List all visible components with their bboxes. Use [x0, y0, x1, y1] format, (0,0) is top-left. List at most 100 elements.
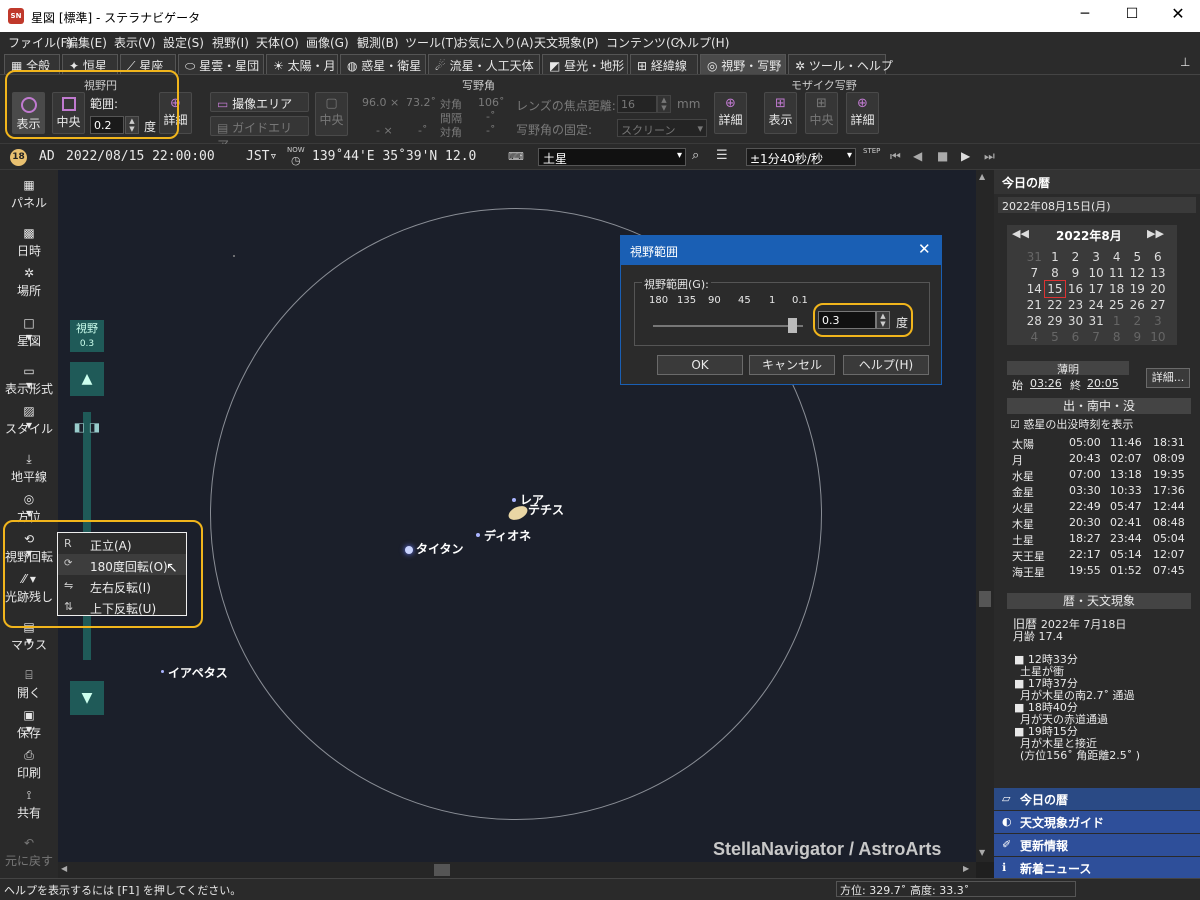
menu-help[interactable]: ヘルプ(H) [675, 34, 729, 51]
calendar-day[interactable]: 3 [1148, 313, 1169, 329]
maximize-button[interactable]: ☐ [1117, 6, 1147, 26]
menu-tools[interactable]: ツール(T) [405, 34, 458, 51]
app-icon[interactable]: SN [8, 8, 24, 24]
calendar-day[interactable]: 19 [1127, 281, 1148, 297]
menu-observe[interactable]: 観測(B) [357, 34, 399, 51]
dione-star[interactable] [476, 533, 480, 537]
zoom-slider-thumb[interactable]: ◧ ◨ [69, 420, 105, 434]
open-button[interactable]: ⌸ 開く [0, 668, 58, 701]
calendar-day[interactable]: 8 [1106, 329, 1127, 345]
calendar-day[interactable]: 7 [1086, 329, 1107, 345]
rewind-icon[interactable]: ◀ [913, 149, 922, 163]
guide-area-button[interactable]: ▤ ガイドエリア [210, 116, 309, 152]
calendar-day[interactable]: 30 [1065, 313, 1086, 329]
dialog-close-icon[interactable]: ✕ [918, 240, 931, 258]
calendar-day[interactable]: 16 [1065, 281, 1086, 297]
calendar-day[interactable]: 14 [1024, 281, 1045, 297]
calendar-day[interactable]: 6 [1148, 249, 1169, 265]
vertical-scrollbar[interactable]: ▲ ▼ [976, 170, 994, 862]
calendar-day[interactable]: 9 [1127, 329, 1148, 345]
titan-star[interactable] [405, 546, 413, 554]
calendar-day[interactable]: 26 [1127, 297, 1148, 313]
scroll-up-icon[interactable]: ▲ [979, 172, 985, 181]
scroll-thumb-h[interactable] [434, 864, 450, 876]
scroll-down-icon[interactable]: ▼ [979, 848, 985, 857]
calendar-day[interactable]: 2 [1127, 313, 1148, 329]
save-button[interactable]: ▣ ▾ 保存 [0, 708, 58, 741]
tab-nebulae[interactable]: ⬭ 星雲・星団 [178, 54, 264, 74]
skip-back-icon[interactable]: ⏮ [890, 149, 901, 164]
play-icon[interactable]: ▶ [961, 149, 970, 163]
undo-button[interactable]: ↶ 元に戻す [0, 836, 58, 869]
menu-favorites[interactable]: お気に入り(A) [456, 34, 534, 51]
calendar-day[interactable]: 2 [1065, 249, 1086, 265]
calendar-day[interactable]: 31 [1024, 249, 1045, 265]
display-format-button[interactable]: ▭ ▾ 表示形式 [0, 364, 58, 397]
tab-gridlines[interactable]: ⊞ 経緯線 [630, 54, 698, 74]
tab-field-photo[interactable]: ◎ 視野・写野 [700, 54, 786, 74]
now-button[interactable]: NOW ◷ [287, 146, 305, 167]
location-coords[interactable]: 139˚44'E 35˚39'N 12.0 [312, 149, 476, 164]
calendar-day[interactable]: 13 [1148, 265, 1169, 281]
tab-planets[interactable]: ◍ 惑星・衛星 [340, 54, 426, 74]
menu-file[interactable]: ファイル(F) [8, 34, 72, 51]
nav-updates[interactable]: 更新情報 [994, 834, 1200, 856]
mosaic-center-button[interactable]: ⊞ 中央 [805, 92, 838, 134]
location-button[interactable]: ✲ 場所 [0, 266, 58, 299]
menu-edit[interactable]: 編集(E) [66, 34, 107, 51]
calendar-day[interactable]: 18 [1106, 281, 1127, 297]
calendar-day[interactable]: 27 [1148, 297, 1169, 313]
calendar-day[interactable]: 22 [1045, 297, 1066, 313]
starchart-button[interactable]: □ ▾ 星図 [0, 316, 58, 349]
fix-select[interactable]: スクリーン ▾ [617, 119, 707, 137]
menu-view[interactable]: 表示(V) [114, 34, 156, 51]
horizontal-scrollbar[interactable]: ◀ ▶ [58, 862, 976, 878]
calendar-day[interactable]: 1 [1045, 249, 1066, 265]
calendar-day[interactable]: 20 [1148, 281, 1169, 297]
imaging-area-button[interactable]: ▭ 撮像エリア [210, 92, 309, 112]
fov-slider-track[interactable] [653, 325, 803, 327]
horizon-button[interactable]: ⤓ 地平線 [0, 452, 58, 485]
calendar-day[interactable]: 31 [1086, 313, 1107, 329]
print-button[interactable]: ⎙ 印刷 [0, 748, 58, 781]
photo-detail-button[interactable]: ⊕ 詳細 [714, 92, 747, 134]
datetime-button[interactable]: ▩ 日時 [0, 226, 58, 259]
calendar-day[interactable]: 12 [1127, 265, 1148, 281]
zoom-out-button[interactable]: ▼ [70, 681, 104, 715]
moon-age-badge[interactable]: 18 [10, 149, 27, 166]
menu-phenomena[interactable]: 天文現象(P) [534, 34, 599, 51]
photo-center-button[interactable]: ▢ 中央 [315, 92, 348, 136]
fov-slider-thumb[interactable] [788, 318, 797, 333]
calendar-day[interactable]: 15 [1043, 280, 1067, 298]
scroll-left-icon[interactable]: ◀ [61, 864, 67, 873]
keyboard-icon[interactable]: ⌨ [508, 150, 524, 163]
calendar-day[interactable]: 4 [1024, 329, 1045, 345]
style-button[interactable]: ▨ ▾ スタイル [0, 404, 58, 437]
calendar-day[interactable]: 4 [1106, 249, 1127, 265]
stop-icon[interactable]: ■ [937, 149, 948, 163]
target-select[interactable]: 土星 ▾ [538, 148, 686, 166]
calendar-day[interactable]: 11 [1106, 265, 1127, 281]
nav-today[interactable]: 今日の暦 [994, 788, 1200, 810]
close-button[interactable]: ✕ [1163, 4, 1193, 26]
calendar-day[interactable]: 21 [1024, 297, 1045, 313]
speed-select[interactable]: ±1分40秒/秒 ▾ [746, 148, 856, 166]
calendar-day[interactable]: 7 [1024, 265, 1045, 281]
focal-spinner[interactable]: ▲ ▼ [657, 95, 671, 113]
iapetus-star[interactable] [161, 670, 164, 673]
calendar-day[interactable]: 6 [1065, 329, 1086, 345]
menu-image[interactable]: 画像(G) [306, 34, 349, 51]
menu-object[interactable]: 天体(O) [256, 34, 299, 51]
menu-settings[interactable]: 設定(S) [163, 34, 204, 51]
scroll-right-icon[interactable]: ▶ [963, 864, 969, 873]
calendar-day[interactable]: 17 [1086, 281, 1107, 297]
minimize-button[interactable]: ─ [1070, 6, 1100, 26]
timezone-select[interactable]: JST▿ [246, 149, 277, 164]
show-planets-checkbox[interactable]: ☑ 惑星の出没時刻を表示 [1010, 416, 1133, 432]
tab-tools-help[interactable]: ✲ ツール・ヘルプ [788, 54, 893, 74]
help-button[interactable]: ヘルプ(H) [843, 355, 929, 375]
rhea-star[interactable] [512, 498, 516, 502]
cancel-button[interactable]: キャンセル [749, 355, 835, 375]
calendar-day[interactable]: 24 [1086, 297, 1107, 313]
panel-button[interactable]: ▦ パネル [0, 178, 58, 211]
